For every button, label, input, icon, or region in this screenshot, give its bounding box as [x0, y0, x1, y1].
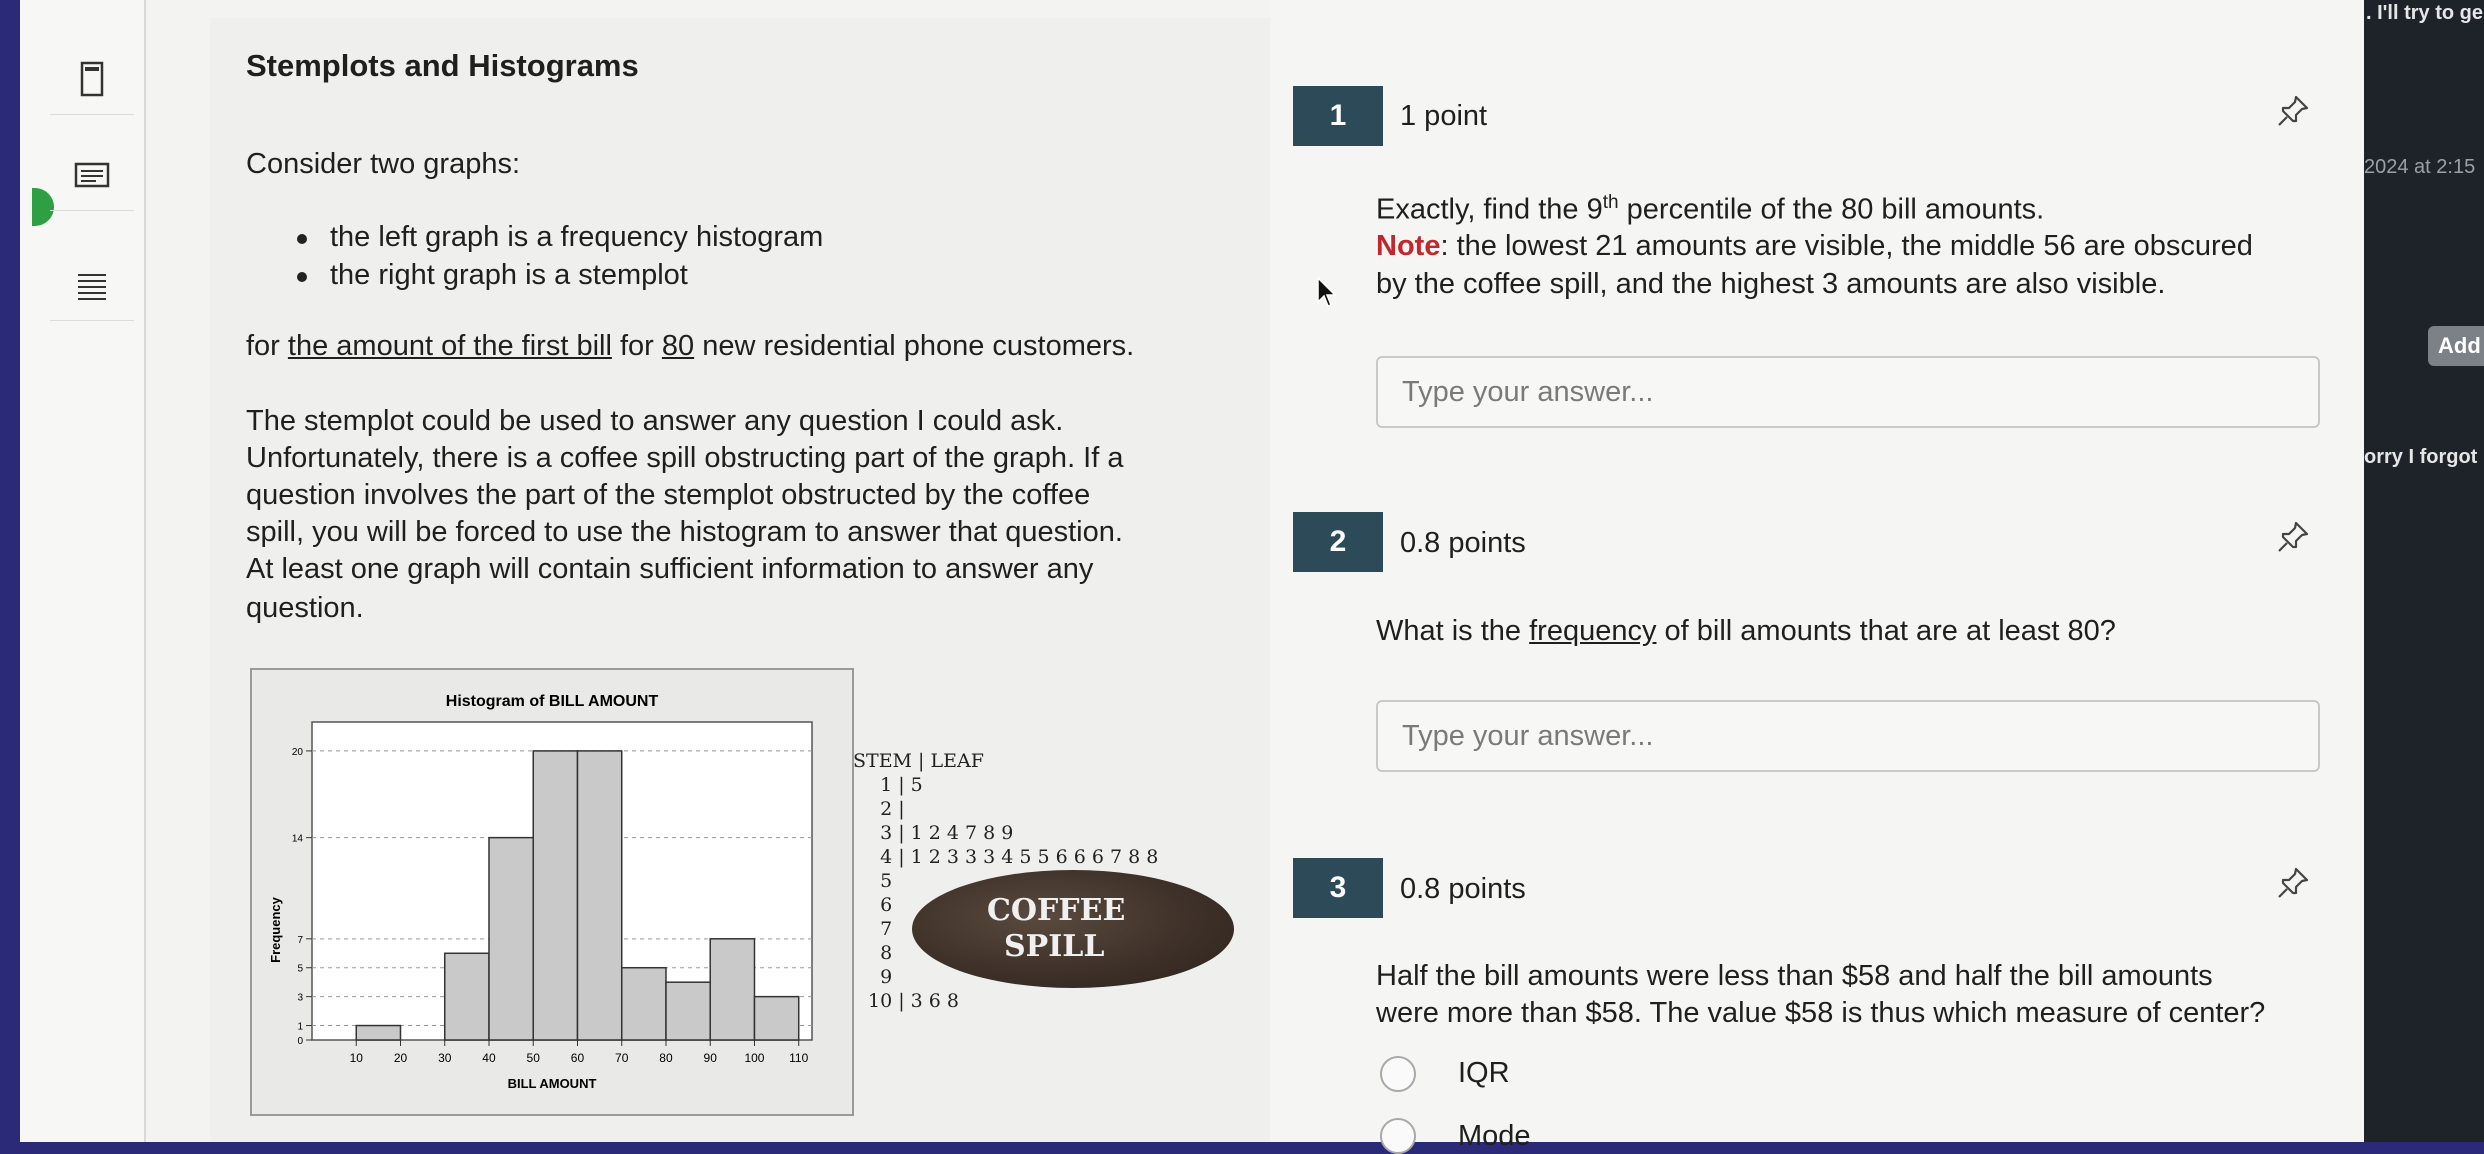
stemplot-line: 6 [868, 894, 893, 916]
histogram-bar [488, 836, 534, 1041]
y-tick-label: 7 [297, 935, 303, 946]
pin-icon[interactable] [2276, 94, 2310, 128]
add-button[interactable]: Add [2428, 326, 2484, 366]
question-text-line2: were more than $58. The value $58 is thu… [1376, 997, 2266, 1029]
x-tick-label: 10 [350, 1051, 364, 1065]
question-text: Half the bill amounts were less than $58… [1376, 960, 2213, 992]
x-tick-label: 70 [615, 1051, 629, 1065]
stemplot-line: 2 | [868, 798, 905, 820]
x-tick-label: 100 [744, 1051, 764, 1065]
option-label-mode: Mode [1458, 1120, 1531, 1152]
histogram-bar [355, 1024, 402, 1041]
side-window-text: . I'll try to ge [2366, 2, 2483, 24]
side-window-text: orry I forgot [2364, 446, 2478, 468]
y-axis-label: Frequency [268, 896, 283, 963]
question-note: Note: the lowest 21 amounts are visible,… [1376, 230, 2253, 262]
spill-label: SPILL [1004, 929, 1105, 964]
text-tool-button[interactable] [50, 250, 134, 321]
paragraph-line: spill, you will be forced to use the his… [246, 516, 1123, 548]
stemplot-line: 4 | 1 2 3 3 3 4 5 5 6 6 6 7 8 8 [868, 846, 1159, 868]
stemplot-line: 3 | 1 2 4 7 8 9 [868, 822, 1014, 844]
y-tick-label: 20 [292, 747, 304, 758]
question-number-badge: 2 [1293, 512, 1383, 572]
option-label-iqr: IQR [1458, 1057, 1510, 1089]
histogram-bar [753, 995, 800, 1041]
x-tick-label: 40 [482, 1051, 496, 1065]
pin-icon[interactable] [2276, 866, 2310, 900]
paragraph-line: question. [246, 592, 364, 624]
stemplot-line: 8 [868, 942, 893, 964]
bullet-dot [297, 272, 307, 282]
page-tool-button[interactable] [50, 44, 134, 115]
x-tick-label: 80 [659, 1051, 673, 1065]
histogram-bar [709, 938, 756, 1041]
y-tick-label: 5 [297, 964, 303, 975]
tool-rail [20, 0, 146, 1142]
x-tick-label: 60 [571, 1051, 585, 1065]
pin-icon[interactable] [2276, 520, 2310, 554]
option-radio-mode[interactable] [1380, 1118, 1416, 1154]
paragraph-line: question involves the part of the stempl… [246, 479, 1091, 511]
stemplot-header: STEM | LEAF [853, 750, 984, 772]
question-number-badge: 3 [1293, 858, 1383, 918]
stemplot-line: 5 [868, 870, 893, 892]
question-text: What is the frequency of bill amounts th… [1376, 615, 2116, 647]
first-bill-link: the amount of the first bill [287, 330, 612, 362]
x-tick-label: 20 [394, 1051, 408, 1065]
y-tick-label: 1 [297, 1022, 303, 1033]
x-tick-label: 110 [789, 1051, 808, 1065]
y-tick-label: 3 [297, 993, 303, 1004]
x-tick-label: 90 [704, 1051, 718, 1065]
histogram-figure: Histogram of BILL AMOUNT BILL AMOUNT Fre… [250, 668, 854, 1116]
question-points: 0.8 points [1400, 527, 1526, 559]
text-lines-icon [78, 274, 106, 300]
side-window-date: 2024 at 2:15 [2364, 156, 2476, 178]
histogram-bar [665, 981, 711, 1041]
x-axis-label: BILL AMOUNT [508, 1076, 597, 1091]
y-tick-label: 0 [297, 1036, 303, 1047]
question-points: 1 point [1400, 100, 1488, 132]
stemplot-line: 10 | 3 6 8 [868, 990, 960, 1012]
page-icon [80, 61, 104, 97]
question-note-line2: by the coffee spill, and the highest 3 a… [1376, 268, 2166, 300]
stemplot-line: 9 [868, 966, 893, 988]
answer-input[interactable]: Type your answer... [1376, 356, 2320, 428]
bullet-dot [297, 234, 307, 244]
page-title: Stemplots and Histograms [246, 48, 639, 83]
option-radio-iqr[interactable] [1380, 1056, 1416, 1092]
bullet-histogram: the left graph is a frequency histogram [330, 221, 824, 253]
note-icon [74, 162, 110, 188]
question-text: Exactly, find the 9th percentile of the … [1376, 192, 2045, 226]
bullet-stemplot: the right graph is a stemplot [330, 259, 688, 291]
note-tool-button[interactable] [50, 140, 134, 211]
question-points: 0.8 points [1400, 873, 1526, 905]
chart-title: Histogram of BILL AMOUNT [446, 693, 659, 710]
histogram-bar [443, 952, 490, 1041]
y-tick-label: 14 [292, 834, 304, 845]
histogram-bar [576, 750, 623, 1041]
intro-for-line: for the amount of the first bill for 80 … [246, 330, 1135, 362]
paragraph-line: At least one graph will contain sufficie… [246, 553, 1094, 585]
histogram-bar [532, 750, 579, 1041]
intro-consider: Consider two graphs: [246, 148, 521, 180]
x-tick-label: 30 [438, 1051, 452, 1065]
spill-label: COFFEE [987, 893, 1126, 928]
paragraph-line: Unfortunately, there is a coffee spill o… [246, 442, 1124, 474]
mouse-cursor-icon [1317, 276, 1337, 307]
frequency-link: frequency [1529, 615, 1657, 647]
question-number-badge: 1 [1293, 86, 1383, 146]
answer-input[interactable]: Type your answer... [1376, 700, 2320, 772]
stemplot-line: 1 | 5 [868, 774, 923, 796]
stemplot-line: 7 [868, 918, 893, 940]
paragraph-line: The stemplot could be used to answer any… [246, 405, 1064, 437]
histogram-bar [620, 966, 667, 1041]
histogram-chart: Histogram of BILL AMOUNT BILL AMOUNT Fre… [268, 693, 813, 1091]
x-tick-label: 50 [527, 1051, 541, 1065]
